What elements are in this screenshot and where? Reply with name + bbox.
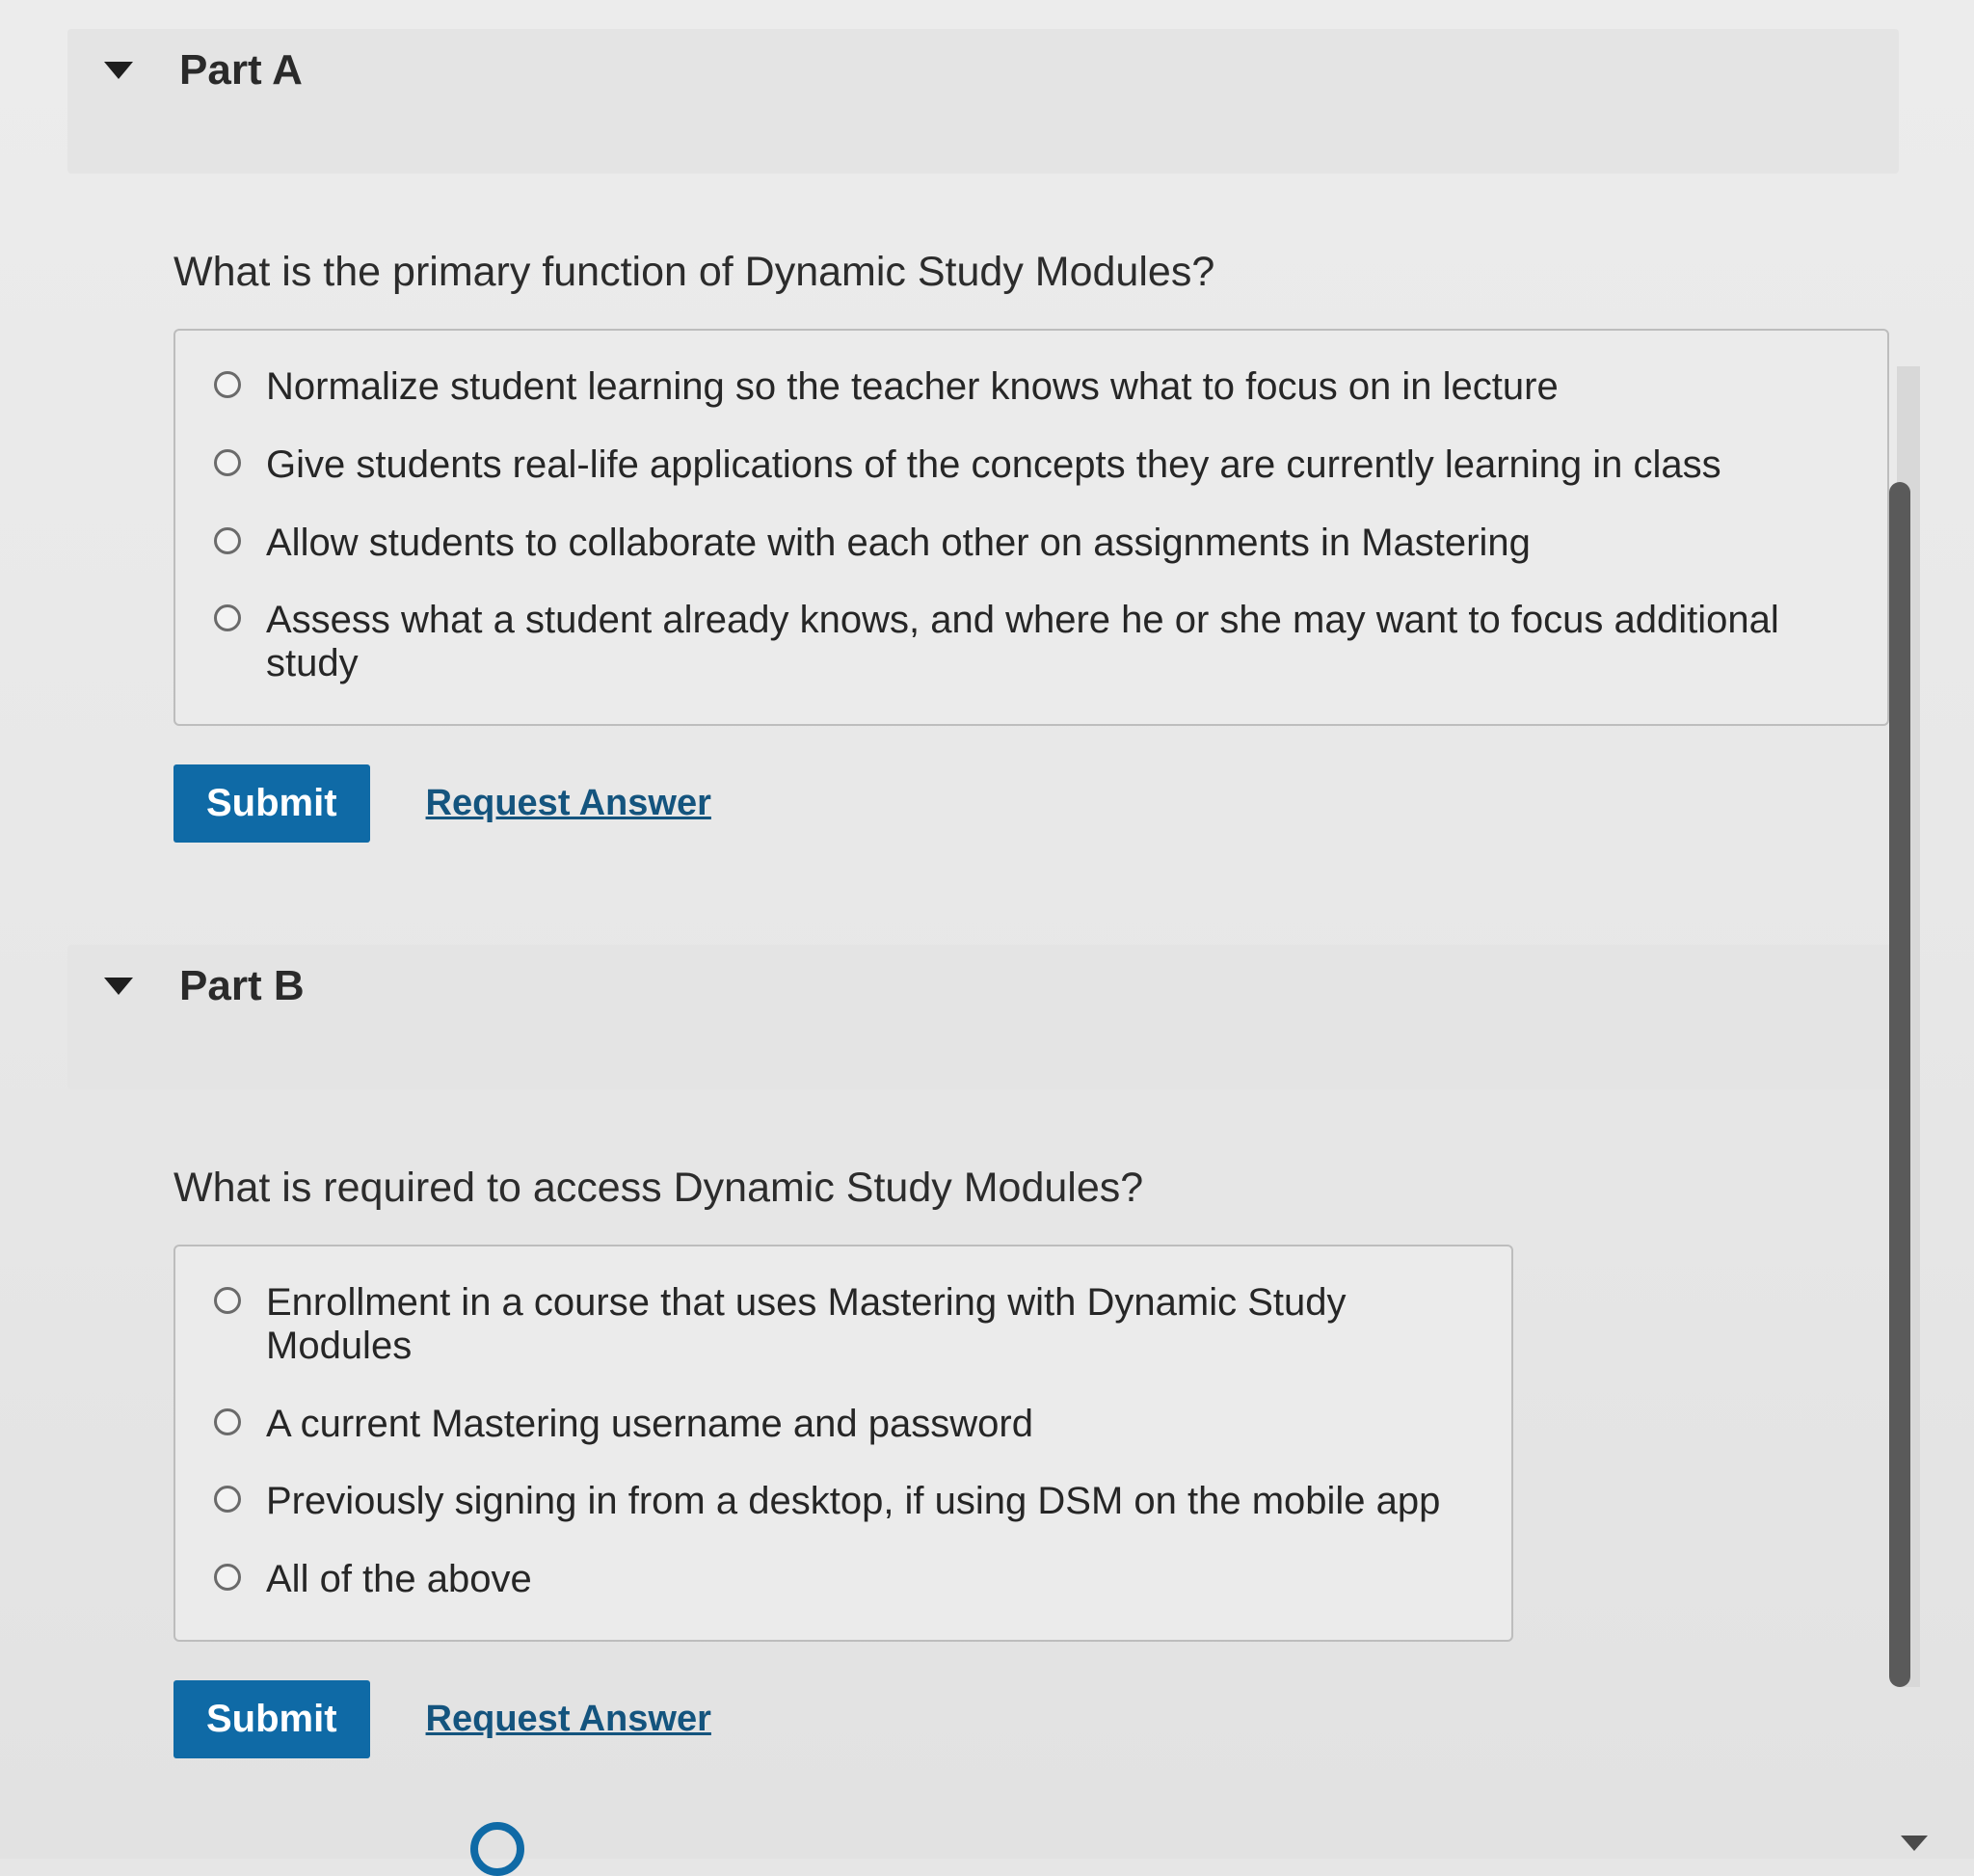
choice-label: All of the above — [266, 1558, 532, 1601]
part-a-title: Part A — [179, 46, 303, 94]
choice-label: Allow students to collaborate with each … — [266, 521, 1531, 564]
part-b-section: Part B What is required to access Dynami… — [67, 945, 1899, 1758]
part-a-section: Part A What is the primary function of D… — [67, 29, 1899, 843]
radio-button[interactable] — [214, 1407, 241, 1435]
part-b-request-answer-link[interactable]: Request Answer — [426, 1699, 711, 1740]
radio-button[interactable] — [214, 1564, 241, 1592]
partial-logo-icon — [470, 1822, 524, 1876]
scroll-down-arrow-icon[interactable] — [1901, 1836, 1928, 1851]
part-a-choices: Normalize student learning so the teache… — [173, 329, 1889, 726]
choice-label: Assess what a student already knows, and… — [266, 599, 1779, 685]
radio-button[interactable] — [214, 1486, 241, 1514]
collapse-triangle-icon[interactable] — [104, 978, 133, 995]
radio-button[interactable] — [214, 604, 241, 632]
radio-button[interactable] — [214, 448, 241, 476]
radio-button[interactable] — [214, 371, 241, 398]
part-b-choice-1[interactable]: Enrollment in a course that uses Masteri… — [214, 1281, 1473, 1368]
choice-label: Previously signing in from a desktop, if… — [266, 1480, 1441, 1523]
part-a-header[interactable]: Part A — [67, 29, 1899, 174]
part-b-question: What is required to access Dynamic Study… — [173, 1165, 1144, 1211]
part-b-submit-button[interactable]: Submit — [173, 1679, 370, 1758]
part-b-actions: Submit Request Answer — [173, 1679, 1899, 1758]
part-a-actions: Submit Request Answer — [173, 764, 1899, 843]
scrollbar-thumb[interactable] — [1889, 482, 1910, 1687]
radio-button[interactable] — [214, 526, 241, 554]
page: Part A What is the primary function of D… — [0, 0, 1974, 1876]
part-b-choice-4[interactable]: All of the above — [214, 1558, 1473, 1601]
part-a-request-answer-link[interactable]: Request Answer — [426, 783, 711, 824]
part-a-choice-2[interactable]: Give students real-life applications of … — [214, 443, 1849, 487]
part-b-choices: Enrollment in a course that uses Masteri… — [173, 1245, 1513, 1642]
part-b-title: Part B — [179, 962, 305, 1009]
choice-label: Normalize student learning so the teache… — [266, 365, 1559, 408]
collapse-triangle-icon[interactable] — [104, 62, 133, 79]
part-b-choice-2[interactable]: A current Mastering username and passwor… — [214, 1403, 1473, 1446]
choice-label: Give students real-life applications of … — [266, 442, 1721, 486]
part-a-question: What is the primary function of Dynamic … — [173, 249, 1215, 295]
choice-label: Enrollment in a course that uses Masteri… — [266, 1281, 1347, 1367]
part-a-choice-3[interactable]: Allow students to collaborate with each … — [214, 522, 1849, 565]
part-b-choice-3[interactable]: Previously signing in from a desktop, if… — [214, 1480, 1473, 1523]
part-a-choice-4[interactable]: Assess what a student already knows, and… — [214, 599, 1849, 685]
part-a-submit-button[interactable]: Submit — [173, 764, 370, 843]
part-b-header[interactable]: Part B — [67, 945, 1899, 1089]
part-a-choice-1[interactable]: Normalize student learning so the teache… — [214, 365, 1849, 409]
radio-button[interactable] — [214, 1287, 241, 1314]
choice-label: A current Mastering username and passwor… — [266, 1402, 1033, 1445]
